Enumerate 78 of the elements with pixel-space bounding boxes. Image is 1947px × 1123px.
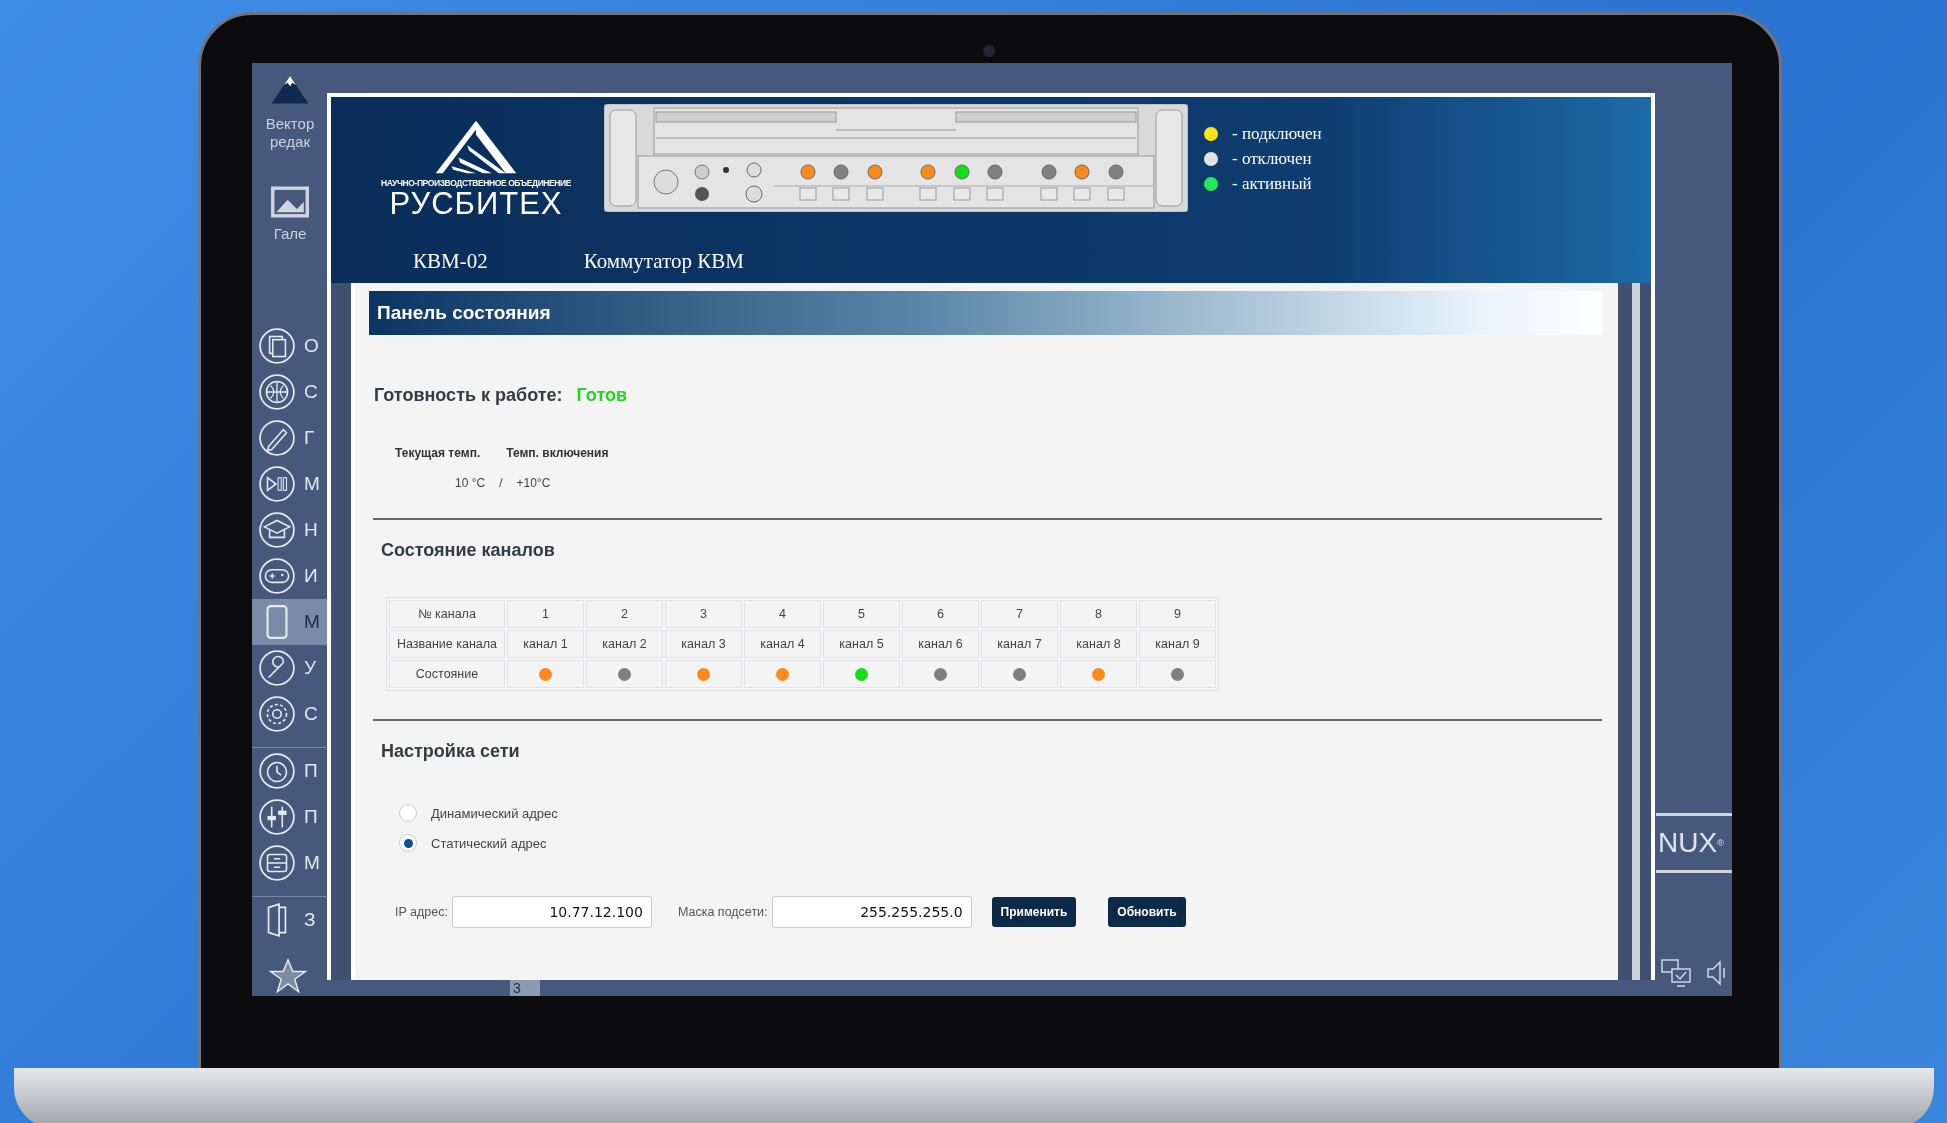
brand-text: NUX$^{®}$ [1656, 813, 1732, 873]
subnet-mask-field[interactable]: 255.255.255.0 [771, 896, 972, 928]
logo-tagline: НАУЧНО-ПРОИЗВОДСТВЕННОЕ ОБЪЕДИНЕНИЕ [380, 178, 572, 188]
table-cell: 2 [586, 600, 663, 628]
radio-button[interactable] [399, 804, 417, 822]
panel-title-bar: Панель состояния [369, 291, 1602, 335]
legend-label: - отключен [1232, 149, 1312, 169]
table-cell: 7 [981, 600, 1058, 628]
section-heading: Состояние каналов [381, 540, 556, 561]
menu-item[interactable]: С [252, 691, 328, 738]
table-cell: 8 [1060, 600, 1137, 628]
table-cell: канал 7 [981, 630, 1058, 658]
menu-item[interactable]: Г [252, 415, 328, 462]
star-icon[interactable] [268, 957, 308, 996]
pencil-icon [258, 419, 296, 458]
table-cell: канал 4 [744, 630, 821, 658]
table-cell: канал 8 [1060, 630, 1137, 658]
menu-item[interactable]: П [252, 794, 328, 841]
temperature-header: Темп. включения [506, 446, 609, 460]
readiness-label: Готовность к работе: [374, 385, 563, 406]
table-cell: 4 [744, 600, 821, 628]
logo-name: РУСБИТЕХ [389, 188, 563, 220]
field-label: Маска подсети: [677, 905, 768, 919]
table-cell: канал 1 [507, 630, 584, 658]
sliders-icon [258, 798, 296, 837]
section-heading: Настройка сети [381, 741, 521, 762]
table-cell: 5 [823, 600, 900, 628]
menu-item[interactable]: М [252, 840, 328, 887]
field-label: IP адрес: [395, 905, 448, 919]
table-cell: канал 3 [665, 630, 742, 658]
current-temperature: 10 °C [455, 476, 486, 490]
scrollbar[interactable] [1632, 283, 1640, 980]
menu-item[interactable]: М [252, 461, 328, 508]
camera-icon [983, 45, 995, 57]
menu-item[interactable]: У [252, 645, 328, 692]
row-header: № канала [389, 600, 505, 628]
legend-label: - подключен [1232, 124, 1322, 144]
menu-item[interactable]: М [252, 599, 328, 646]
table-cell: 3 [665, 600, 742, 628]
globe-icon [258, 373, 296, 412]
table-cell: канал 2 [586, 630, 663, 658]
separator-text: / [499, 476, 503, 490]
desktop-icon-label[interactable]: Вектор редак [265, 115, 315, 151]
legend-label: - активный [1232, 174, 1312, 194]
play-pause-icon [258, 465, 296, 504]
table-cell: 6 [902, 600, 979, 628]
menu-item[interactable]: И [252, 553, 328, 600]
readiness-status: Готов [576, 385, 628, 406]
speaker-icon[interactable] [1706, 958, 1726, 988]
row-header: Название канала [389, 630, 505, 658]
table-cell: 9 [1139, 600, 1216, 628]
radio-button[interactable] [399, 834, 417, 852]
documents-icon [258, 327, 296, 366]
monitors-icon[interactable] [1660, 958, 1694, 988]
desktop-icon-label[interactable]: Гале [273, 225, 307, 244]
header-tab[interactable]: КВМ-02 [413, 249, 488, 274]
radio-label[interactable]: Статический адрес [431, 835, 547, 851]
graduation-cap-icon [258, 511, 296, 550]
radio-label[interactable]: Динамический адрес [431, 805, 558, 821]
table-cell: 1 [507, 600, 584, 628]
workspace-switcher[interactable]: 3 [510, 980, 540, 996]
menu-item[interactable]: О [252, 323, 328, 370]
row-header: Состояние [389, 660, 505, 688]
ip-address-field[interactable]: 10.77.12.100 [451, 896, 652, 928]
startup-temperature: +10°C [516, 476, 551, 490]
header-tab[interactable]: Коммутатор КВМ [583, 249, 744, 274]
menu-item[interactable]: Н [252, 507, 328, 554]
table-cell: канал 9 [1139, 630, 1216, 658]
clock-icon [258, 752, 296, 791]
gamepad-icon [258, 557, 296, 596]
refresh-button[interactable]: Обновить [1108, 897, 1186, 927]
apply-button[interactable]: Применить [991, 897, 1077, 927]
menu-item[interactable]: С [252, 369, 328, 416]
table-cell: канал 6 [902, 630, 979, 658]
table-cell: канал 5 [823, 630, 900, 658]
gear-icon [258, 695, 296, 734]
temperature-header: Текущая темп. [395, 446, 481, 460]
drawer-icon [258, 844, 296, 883]
